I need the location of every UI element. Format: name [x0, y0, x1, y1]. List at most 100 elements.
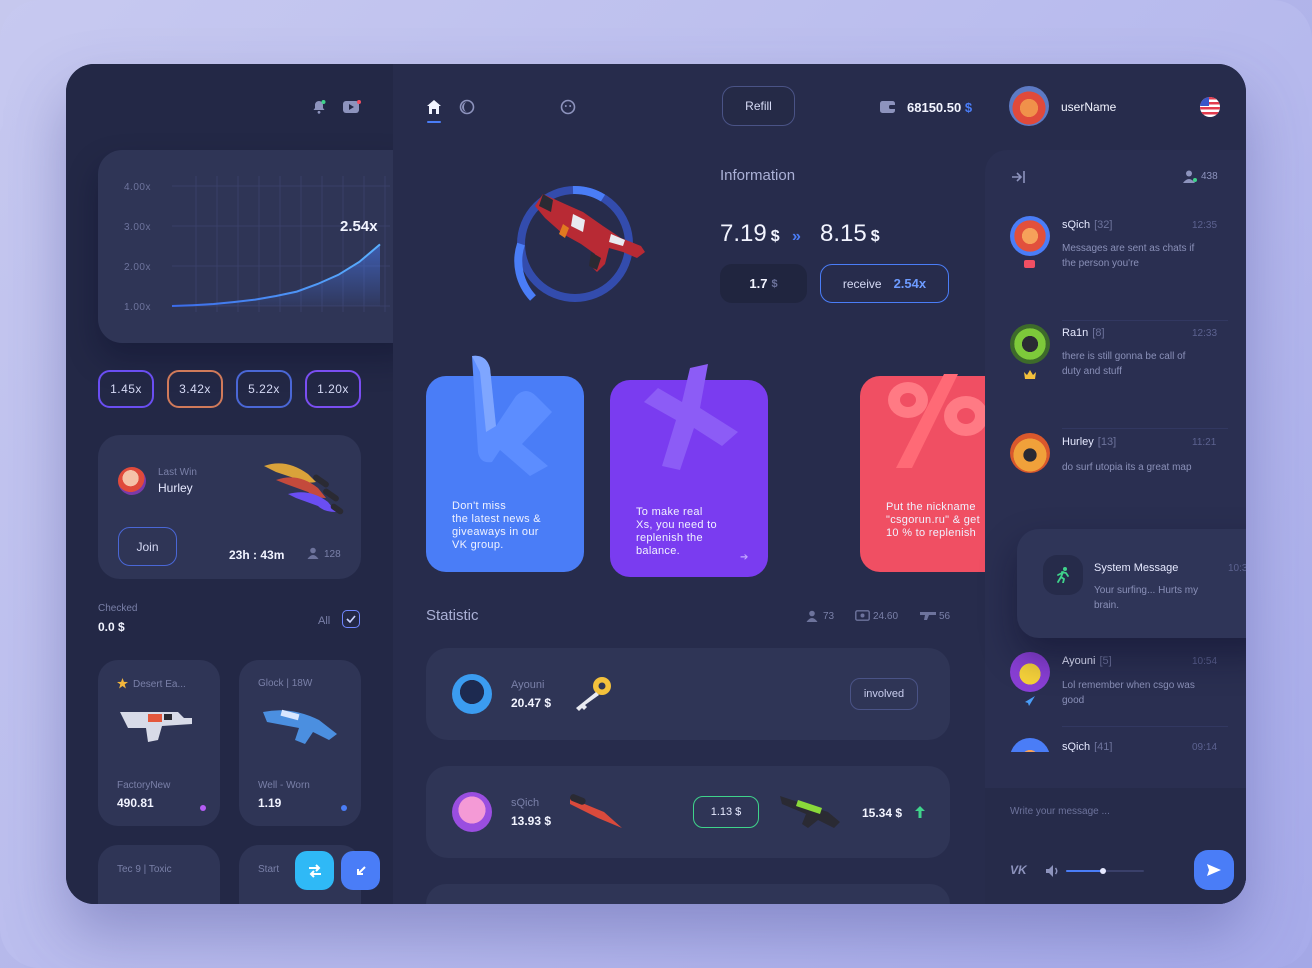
- from-price-currency: $: [770, 228, 780, 245]
- multiplier-button-2[interactable]: 3.42x: [167, 370, 223, 408]
- arrow-collapse-icon: [356, 865, 366, 875]
- multiplier-chart: 4.00x 3.00x 2.00x 1.00x: [124, 176, 407, 313]
- from-price: 7.19 $: [720, 220, 780, 248]
- chat-text: do surf utopia its a great map: [1062, 462, 1192, 473]
- chat-text: there is still gonna be call of duty and…: [1062, 351, 1186, 377]
- chat-author-name: Ayouni: [1062, 655, 1096, 667]
- send-button[interactable]: [1194, 850, 1234, 890]
- stat-row-2[interactable]: sQich 13.93 $ 1.13 $ 15.34 $: [426, 766, 950, 858]
- item-title: Tec 9 | Toxic: [117, 864, 172, 875]
- stat-row-3[interactable]: [426, 884, 950, 904]
- online-count: 438: [1201, 171, 1218, 182]
- last-win-avatar: [118, 467, 146, 495]
- item-condition: Well - Worn: [258, 780, 310, 791]
- arrow-up-icon: [915, 806, 925, 818]
- swap-icon: [308, 863, 321, 878]
- item-card-desert-eagle[interactable]: Desert Ea... FactoryNew 490.81: [98, 660, 220, 826]
- volume-icon[interactable]: [1046, 865, 1060, 877]
- chat-text: Messages are sent as chats if the person…: [1062, 243, 1195, 269]
- last-win-players: 128: [324, 549, 341, 560]
- stat-row-1[interactable]: Ayouni 20.47 $ involved: [426, 648, 950, 740]
- stat-bank: 24.60: [873, 611, 899, 622]
- item-card-tec9[interactable]: Tec 9 | Toxic: [98, 845, 220, 904]
- bet-currency: $: [771, 277, 778, 290]
- refill-button[interactable]: Refill: [722, 86, 795, 126]
- balance-currency: $: [964, 100, 973, 115]
- player-name: sQich: [511, 797, 540, 809]
- youtube-badge-icon: [1024, 260, 1035, 268]
- filter-all-label[interactable]: All: [318, 615, 330, 627]
- chat-input-area: Write your message ... VK: [985, 788, 1246, 904]
- featured-skin: [473, 174, 673, 314]
- promo-card-replenish[interactable]: To make real Xs, you need to replenish t…: [610, 364, 768, 577]
- stat-players: 73: [823, 611, 835, 622]
- chat-author-level: [13]: [1097, 436, 1117, 448]
- receive-button[interactable]: receive 2.54x: [820, 264, 949, 303]
- player-name: Ayouni: [511, 679, 545, 691]
- join-button[interactable]: Join: [118, 527, 177, 566]
- promo-text-vk: Don't miss the latest news & giveaways i…: [452, 500, 541, 551]
- system-icon-box: [1043, 555, 1083, 595]
- last-win-timer: 23h : 43m: [229, 548, 285, 562]
- crown-icon: [1024, 370, 1036, 379]
- chart-y-tick-label: 3.00x: [124, 222, 151, 233]
- home-tab-indicator: [427, 121, 441, 123]
- volume-slider[interactable]: [1066, 868, 1144, 874]
- item-condition: FactoryNew: [117, 780, 171, 791]
- moon-icon[interactable]: [459, 99, 475, 115]
- multiplier-button-4[interactable]: 1.20x: [305, 370, 361, 408]
- avatar: [1010, 738, 1050, 752]
- chat-author: Ayouni [5]: [1062, 655, 1112, 667]
- message-input[interactable]: Write your message ...: [1010, 806, 1110, 817]
- user-avatar[interactable]: [1009, 86, 1049, 126]
- chat-message: Ayouni [5] 10:54 Lol remember when csgo w…: [985, 642, 1246, 742]
- key-icon: [576, 677, 611, 711]
- collapse-chat-icon[interactable]: [1011, 170, 1025, 184]
- rocket-icon: [1025, 696, 1035, 706]
- system-time: 10:32: [1228, 563, 1246, 574]
- avatar: [1010, 216, 1050, 256]
- chat-author-level: [32]: [1094, 219, 1113, 231]
- username[interactable]: userName: [1061, 100, 1116, 114]
- left-sidebar: 4.00x 3.00x 2.00x 1.00x 2.54x 1.45x 3.42x 5…: [66, 64, 419, 904]
- vk-logo-icon: [472, 355, 552, 476]
- chat-author-level: [8]: [1092, 327, 1105, 339]
- multiplier-button-3[interactable]: 5.22x: [236, 370, 292, 408]
- filter-all-checkbox[interactable]: [342, 610, 360, 628]
- swap-button[interactable]: [295, 851, 334, 890]
- item-title: Start 18: [258, 864, 282, 875]
- vk-share-icon[interactable]: VK: [1010, 863, 1027, 877]
- item-title: Glock | 18W: [258, 678, 313, 689]
- promo-text-replenish: To make real Xs, you need to replenish t…: [636, 506, 717, 557]
- volume-thumb[interactable]: [1100, 868, 1106, 874]
- last-win-name: Hurley: [158, 481, 193, 495]
- youtube-icon[interactable]: [343, 100, 361, 113]
- gun-icon: [920, 612, 936, 620]
- statistic-title: Statistic: [426, 607, 479, 624]
- status-badge: involved: [850, 678, 918, 710]
- money-icon: [855, 610, 870, 621]
- chat-author: Hurley [13]: [1062, 436, 1116, 448]
- home-icon[interactable]: [426, 99, 442, 115]
- chat-author-name: sQich: [1062, 219, 1091, 231]
- collapse-button[interactable]: [341, 851, 380, 890]
- bet-value-box[interactable]: 1.7 $: [720, 264, 807, 303]
- item-card-glock[interactable]: Glock | 18W Well - Worn 1.19: [239, 660, 361, 826]
- volume-fill: [1066, 870, 1103, 872]
- item-price: 490.81: [117, 796, 154, 810]
- flag-us-icon[interactable]: [1200, 97, 1220, 117]
- wallet-icon: [880, 101, 896, 113]
- online-users-icon: [1183, 170, 1197, 183]
- chat-time: 12:35: [1192, 220, 1218, 231]
- checked-label: Checked: [98, 603, 138, 614]
- chat-message: sQich [41] 09:14: [985, 732, 1246, 752]
- smile-icon[interactable]: [560, 99, 576, 115]
- bell-icon[interactable]: [312, 100, 326, 114]
- knife-icon: [264, 463, 344, 515]
- to-price: 8.15 $: [820, 220, 880, 248]
- avatar: [452, 792, 492, 832]
- promo-card-vk[interactable]: Don't miss the latest news & giveaways i…: [426, 355, 584, 572]
- multiplier-button-1[interactable]: 1.45x: [98, 370, 154, 408]
- system-title: System Message: [1094, 562, 1179, 574]
- to-price-value: 8.15: [820, 220, 867, 247]
